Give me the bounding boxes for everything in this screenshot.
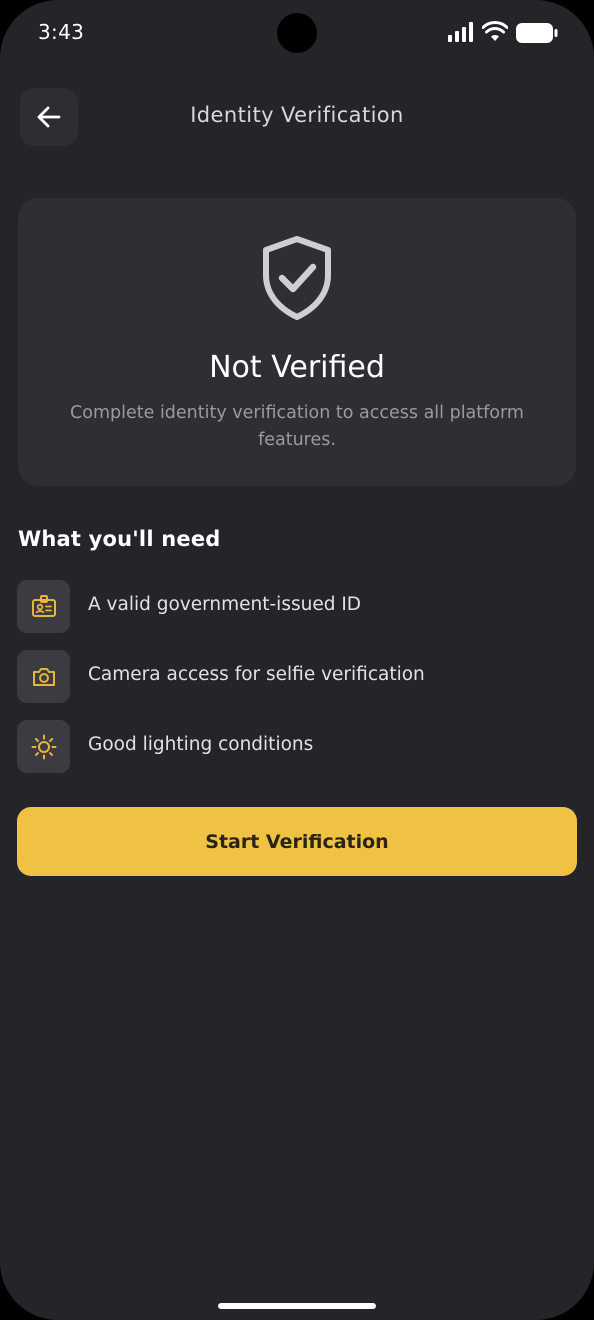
status-icons [448, 21, 558, 44]
requirement-icon-box [17, 580, 70, 633]
requirements-title: What you'll need [18, 527, 221, 551]
battery-icon [516, 23, 558, 43]
requirement-label: Camera access for selfie verification [88, 664, 425, 685]
signal-icon [448, 22, 473, 42]
front-camera [277, 13, 317, 53]
verification-status-description: Complete identity verification to access… [70, 403, 524, 450]
verification-status-card: Not Verified Complete identity verificat… [18, 198, 576, 486]
shield-check-icon [263, 236, 331, 320]
requirement-item: Camera access for selfie verification [17, 650, 577, 703]
home-indicator[interactable] [218, 1303, 376, 1309]
wifi-icon [482, 21, 508, 41]
status-bar: 3:43 [0, 0, 594, 66]
verification-status-title: Not Verified [209, 350, 385, 385]
requirement-icon-box [17, 720, 70, 773]
sun-icon [31, 734, 56, 759]
camera-icon [32, 667, 55, 686]
requirement-item: Good lighting conditions [17, 720, 577, 773]
page-title: Identity Verification [190, 103, 404, 127]
requirement-label: Good lighting conditions [88, 734, 314, 755]
requirement-item: A valid government-issued ID [17, 580, 577, 633]
start-verification-button[interactable]: Start Verification [17, 807, 577, 876]
id-card-icon [31, 594, 56, 617]
phone-screen: 3:43 Identity Verification Not Verified … [0, 0, 594, 1320]
status-time: 3:43 [38, 20, 85, 44]
requirement-label: A valid government-issued ID [88, 594, 362, 615]
requirement-icon-box [17, 650, 70, 703]
